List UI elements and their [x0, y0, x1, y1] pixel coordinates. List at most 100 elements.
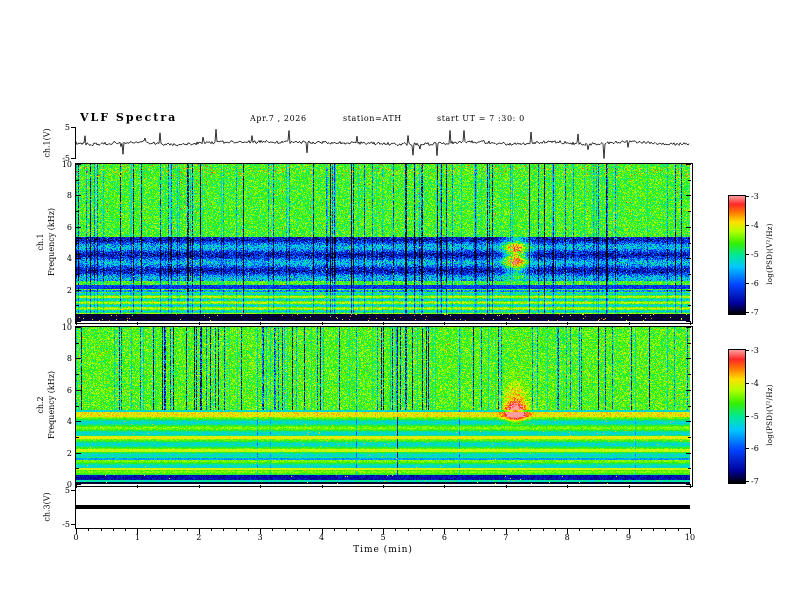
x-axis-minor-tick [493, 528, 495, 531]
x-axis-tick-label: 1 [134, 533, 140, 542]
time-axis-label: Time (min) [353, 545, 413, 555]
ch2-spectrogram-canvas [76, 327, 690, 484]
colorbar-tick [745, 312, 749, 313]
y-axis-major-tick [686, 421, 691, 423]
x-axis-tick-label: 6 [441, 533, 447, 542]
x-axis-minor-tick [677, 528, 679, 531]
y-axis-major-tick [686, 289, 691, 291]
spec1-bottom-tick [690, 322, 691, 325]
y-axis-minor-tick [688, 374, 691, 376]
y-axis-minor-tick [688, 342, 691, 344]
y-axis-major-tick [686, 226, 691, 228]
spec1-bottom-tick [76, 322, 77, 325]
x-axis-minor-tick [309, 528, 311, 531]
x-axis-minor-tick [112, 528, 114, 531]
figure-start-ut: start UT = 7 :30: 0 [437, 114, 525, 123]
y-axis-minor-tick [76, 342, 79, 344]
x-axis-minor-tick [100, 528, 102, 531]
ch3-tick-label: 5 [64, 486, 70, 495]
x-axis-minor-tick [579, 528, 581, 531]
y-axis-major-tick [686, 258, 691, 260]
y-axis-minor-tick [688, 405, 691, 407]
y-axis-minor-tick [688, 468, 691, 470]
spec2-bottom-tick [321, 485, 323, 488]
y-axis-tick-label: 2 [66, 285, 72, 295]
y-axis-major-tick [686, 327, 691, 328]
spec1-bottom-tick [137, 322, 139, 325]
y-axis-minor-tick [76, 242, 79, 244]
x-axis-minor-tick [346, 528, 348, 531]
ch1-wave-tick-label: 5 [64, 123, 70, 132]
x-axis-minor-tick [518, 528, 520, 531]
spec2-bottom-tick [690, 485, 691, 488]
x-axis-tick-label: 8 [564, 533, 570, 542]
spec2-bottom-tick [505, 485, 507, 488]
colorbar-tick-label: -7 [751, 477, 759, 486]
figure-station: station=ATH [343, 114, 402, 123]
x-axis-tick-label: 5 [380, 533, 386, 542]
y-axis-minor-tick [688, 436, 691, 438]
x-axis-minor-tick [395, 528, 397, 531]
colorbar-tick-label: -6 [751, 444, 759, 454]
x-axis-tick-label: 2 [196, 533, 202, 542]
ch1-wave-tick-label: -5 [62, 154, 70, 163]
y-axis-major-tick [686, 321, 691, 322]
y-axis-minor-tick [76, 211, 79, 213]
ch1-waveform-ylabel: ch.1(V) [42, 128, 52, 158]
x-axis-minor-tick [358, 528, 360, 531]
y-axis-major-tick [76, 421, 81, 423]
spec1-bottom-tick [505, 322, 507, 325]
y-axis-major-tick [76, 258, 81, 260]
ch3-ylabel: ch.3(V) [42, 492, 52, 522]
x-axis-minor-tick [284, 528, 286, 531]
x-axis-minor-tick [530, 528, 532, 531]
ch1-waveform-canvas [76, 127, 690, 159]
y-axis-minor-tick [688, 242, 691, 244]
x-axis-minor-tick [149, 528, 151, 531]
y-axis-major-tick [76, 358, 81, 360]
y-axis-major-tick [76, 164, 81, 165]
x-axis-minor-tick [419, 528, 421, 531]
colorbar-tick [745, 415, 749, 417]
y-axis-tick-label: 4 [66, 254, 72, 264]
ch3-tick [71, 524, 75, 525]
ch1-wave-tick [71, 127, 75, 128]
colorbar-tick [745, 481, 749, 482]
y-axis-minor-tick [688, 305, 691, 307]
spec2-bottom-tick [628, 485, 630, 488]
x-axis-tick-label: 3 [257, 533, 263, 542]
colorbar-tick-label: -3 [751, 346, 759, 355]
x-axis-minor-tick [333, 528, 335, 531]
x-axis-minor-tick [456, 528, 458, 531]
y-axis-minor-tick [76, 436, 79, 438]
y-axis-minor-tick [76, 374, 79, 376]
x-axis-minor-tick [272, 528, 274, 531]
spec2-bottom-tick [76, 485, 77, 488]
x-axis-tick-label: 4 [319, 533, 325, 542]
x-axis-minor-tick [235, 528, 237, 531]
x-axis-minor-tick [88, 528, 90, 531]
x-axis-minor-tick [407, 528, 409, 531]
y-axis-major-tick [76, 195, 81, 197]
spec1-bottom-tick [444, 322, 446, 325]
colorbar-tick-label: -5 [751, 411, 759, 421]
spec1-bottom-tick [260, 322, 262, 325]
y-axis-major-tick [686, 164, 691, 165]
colorbar-tick [745, 448, 749, 450]
x-axis-minor-tick [640, 528, 642, 531]
y-axis-major-tick [686, 358, 691, 360]
colorbar-tick-label: -5 [751, 250, 759, 259]
x-axis-tick-label: 10 [684, 533, 696, 542]
y-axis-tick-label: 8 [66, 191, 72, 201]
figure-date: Apr.7 , 2026 [250, 114, 307, 123]
ch1-wave-tick [71, 158, 75, 159]
y-axis-minor-tick [76, 305, 79, 307]
y-axis-tick-label: 8 [66, 354, 72, 364]
y-axis-major-tick [76, 389, 81, 391]
colorbar-tick [745, 196, 749, 197]
y-axis-major-tick [76, 327, 81, 328]
colorbar-tick [745, 254, 749, 255]
figure-title: VLF Spectra [80, 111, 178, 124]
y-axis-major-tick [76, 226, 81, 228]
colorbar-tick-label: -4 [751, 221, 759, 230]
